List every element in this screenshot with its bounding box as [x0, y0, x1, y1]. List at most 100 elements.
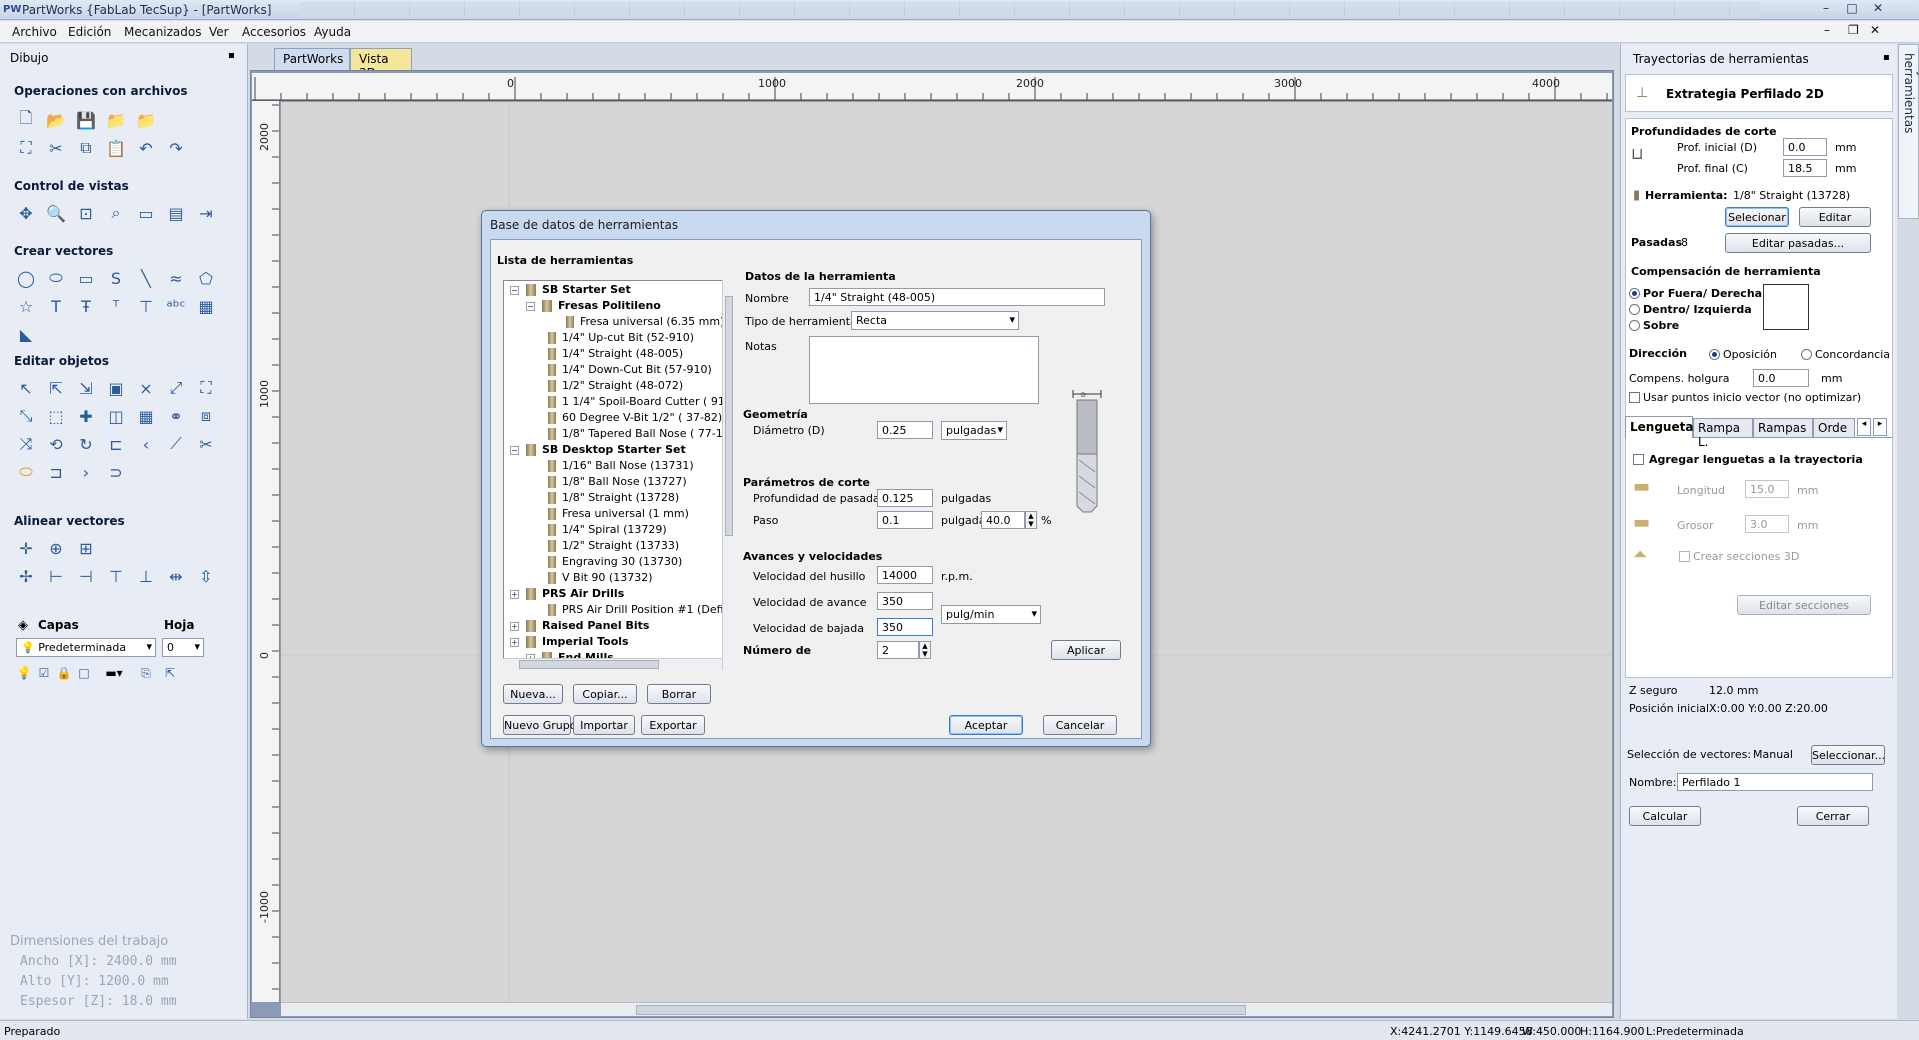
cut-icon[interactable]: ✂ — [44, 136, 68, 160]
num-flutes-input[interactable]: 2 — [877, 641, 919, 659]
line-icon[interactable]: ╲ — [134, 266, 158, 290]
stepover-spinner[interactable]: ▲ ▼ — [1025, 511, 1037, 529]
menu-edicion[interactable]: Edición — [68, 25, 111, 39]
ungroup-icon[interactable]: ⨯ — [134, 376, 158, 400]
tree-item[interactable]: 1/2" Straight (48-072) — [562, 379, 683, 392]
align-bottom-icon[interactable]: ⊥ — [134, 564, 158, 588]
align-page-icon[interactable]: ✢ — [14, 564, 38, 588]
save-icon[interactable]: 💾 — [74, 108, 98, 132]
curve-icon[interactable]: ≈ — [164, 266, 188, 290]
import-icon[interactable]: 📁 — [104, 108, 128, 132]
end-depth-input[interactable]: 18.5 — [1783, 159, 1827, 177]
copy-icon[interactable]: ⧉ — [74, 136, 98, 160]
job-setup-icon[interactable]: ⛶ — [14, 136, 38, 160]
new-group-button[interactable]: Nuevo Grupo — [503, 715, 576, 735]
redo-icon[interactable]: ↷ — [164, 136, 188, 160]
tab-rampas[interactable]: Rampas — [1753, 418, 1813, 438]
tab-length-input[interactable]: 15.0 — [1745, 480, 1789, 498]
allowance-input[interactable]: 0.0 — [1753, 369, 1809, 387]
lock-icon[interactable]: 🔒 — [56, 661, 72, 685]
add-tabs-checkbox[interactable] — [1633, 454, 1644, 465]
rectangle-icon[interactable]: ▭ — [74, 266, 98, 290]
import-bitmap-icon[interactable]: 📁 — [134, 108, 158, 132]
canvas-horizontal-scrollbar[interactable] — [281, 1002, 1612, 1016]
export-button[interactable]: Exportar — [641, 715, 705, 735]
undo-icon[interactable]: ↶ — [134, 136, 158, 160]
tree-group[interactable]: Fresas Politileno — [558, 299, 661, 312]
comp-outside-radio[interactable] — [1629, 288, 1640, 299]
tree-item[interactable]: V Bit 90 (13732) — [562, 571, 653, 584]
fillet-icon[interactable]: ‹ — [134, 432, 158, 456]
tree-group[interactable]: SB Desktop Starter Set — [542, 443, 686, 456]
trim-icon[interactable]: ⤨ — [14, 432, 38, 456]
polygon-icon[interactable]: ⬠ — [194, 266, 218, 290]
bracket-icon[interactable]: ⊐ — [44, 460, 68, 484]
tree-item[interactable]: 60 Degree V-Bit 1/2" ( 37-82) — [562, 411, 722, 424]
distribute-v-icon[interactable]: ⇳ — [194, 564, 218, 588]
tree-item[interactable]: 1/8" Straight (13728) — [562, 491, 679, 504]
layer-props-icon[interactable]: ⎘ — [136, 661, 156, 685]
transform-icon[interactable]: ⇲ — [74, 376, 98, 400]
text-icon[interactable]: T — [44, 294, 68, 318]
dir-climb-radio[interactable] — [1801, 349, 1812, 360]
tree-group[interactable]: SB Starter Set — [542, 283, 631, 296]
text-on-curve-icon[interactable]: ᵀ — [104, 294, 128, 318]
align-center-both-icon[interactable]: ✛ — [14, 536, 38, 560]
view-layout-icon[interactable]: ▤ — [164, 201, 188, 225]
zoom-icon[interactable]: 🔍 — [44, 201, 68, 225]
tool-tree[interactable]: − SB Starter Set − Fresas Politileno Fresa u… — [503, 280, 734, 670]
mdi-minimize-button[interactable]: – — [1824, 23, 1830, 37]
edit-passes-button[interactable]: Editar pasadas... — [1725, 233, 1871, 253]
layer-move-icon[interactable]: ⇱ — [160, 661, 180, 685]
qr-icon[interactable]: ▦ — [194, 294, 218, 318]
tab-scroll-left-icon[interactable]: ◂ — [1857, 418, 1871, 436]
new-tool-button[interactable]: Nueva... — [503, 684, 563, 704]
spindle-input[interactable]: 14000 — [877, 566, 933, 584]
tree-item[interactable]: Engraving 30 (13730) — [562, 555, 682, 568]
ok-button[interactable]: Aceptar — [949, 715, 1023, 735]
array-icon[interactable]: ▦ — [134, 404, 158, 428]
nest-icon[interactable]: ⧈ — [194, 404, 218, 428]
tree-vertical-scrollbar[interactable] — [722, 280, 735, 670]
sheet-select[interactable]: 0 — [162, 638, 204, 657]
tree-item[interactable]: PRS Air Drill Position #1 (Define Dia — [562, 603, 733, 616]
tree-expander-icon[interactable]: − — [510, 286, 519, 295]
import-button[interactable]: Importar — [573, 715, 635, 735]
mdi-close-button[interactable]: ✕ — [1870, 23, 1880, 37]
visible-check-icon[interactable]: ☑ — [36, 661, 52, 685]
tree-item[interactable]: 1 1/4" Spoil-Board Cutter ( 91-0 — [562, 395, 733, 408]
ellipse-icon[interactable]: ⬭ — [44, 266, 68, 290]
pin-icon[interactable]: ▪ — [1883, 52, 1890, 63]
select-tool-button[interactable]: Selecionar — [1725, 207, 1789, 227]
circle-icon[interactable]: ◯ — [14, 266, 38, 290]
edit-tool-button[interactable]: Editar — [1799, 207, 1871, 227]
exit-view-icon[interactable]: ⇥ — [194, 201, 218, 225]
tree-group[interactable]: Raised Panel Bits — [542, 619, 649, 632]
size-icon[interactable]: ⬚ — [44, 404, 68, 428]
maximize-button[interactable]: □ — [1840, 1, 1864, 17]
mirror-h-icon[interactable]: ◫ — [104, 404, 128, 428]
align-center-icon[interactable]: ✚ — [74, 404, 98, 428]
tree-hscroll-thumb[interactable] — [519, 660, 659, 669]
close-panel-button[interactable]: Cerrar — [1797, 806, 1869, 826]
view-2d-icon[interactable]: ▭ — [134, 201, 158, 225]
tree-expander-icon[interactable]: + — [510, 622, 519, 631]
boundary-icon[interactable]: ⬭ — [14, 460, 38, 484]
create-3d-checkbox[interactable] — [1679, 551, 1690, 562]
text-box-icon[interactable]: Ŧ — [74, 294, 98, 318]
mirror-icon[interactable]: ⤢ — [164, 376, 188, 400]
tree-group[interactable]: PRS Air Drills — [542, 587, 624, 600]
menu-ver[interactable]: Ver — [209, 25, 229, 39]
minimize-button[interactable]: – — [1814, 1, 1838, 17]
comp-on-radio[interactable] — [1629, 320, 1640, 331]
dir-conventional-radio[interactable] — [1709, 349, 1720, 360]
color-swatch-icon[interactable]: □ — [76, 661, 92, 685]
tree-horizontal-scrollbar[interactable] — [503, 658, 722, 670]
brace-icon[interactable]: ⊃ — [104, 460, 128, 484]
tree-item[interactable]: 1/4" Spiral (13729) — [562, 523, 667, 536]
abc-text-icon[interactable]: ᵃᵇᶜ — [164, 294, 188, 318]
tree-item[interactable]: Fresa universal (6.35 mm) — [580, 315, 724, 328]
tab-scroll-right-icon[interactable]: ▸ — [1873, 418, 1887, 436]
tree-group[interactable]: Imperial Tools — [542, 635, 629, 648]
diameter-input[interactable]: 0.25 — [877, 421, 933, 439]
